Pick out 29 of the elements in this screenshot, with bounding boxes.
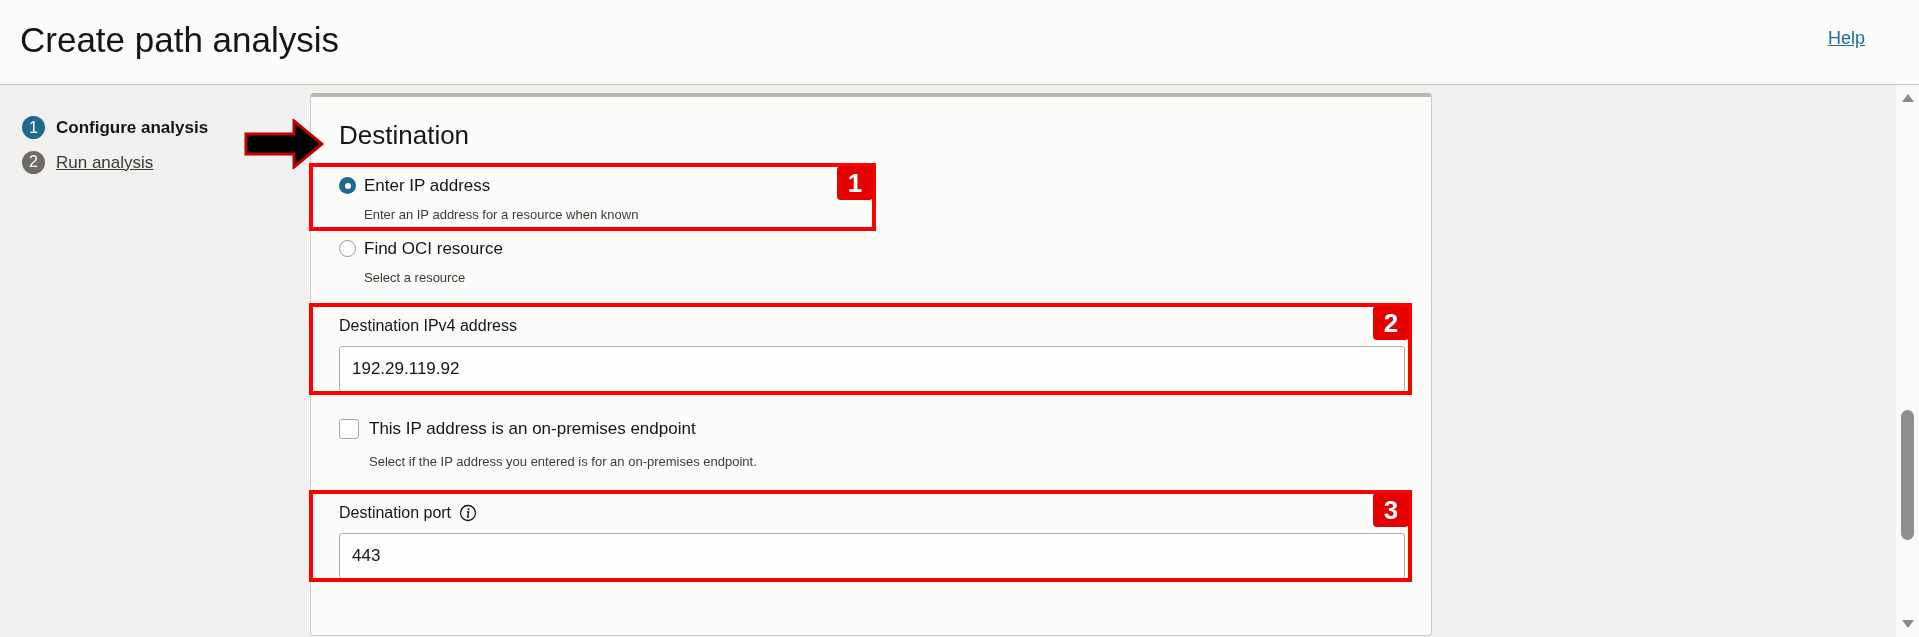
checkbox[interactable]: [339, 418, 359, 439]
annotation-number: 3: [1373, 493, 1409, 527]
step-number: 2: [22, 150, 45, 174]
step-link[interactable]: Run analysis: [56, 149, 154, 175]
page-title: Create path analysis: [20, 21, 340, 57]
annotation-number: 2: [1373, 306, 1409, 340]
scroll-down-icon[interactable]: [1900, 619, 1915, 629]
radio-description: Enter an IP address for a resource when known: [364, 205, 640, 224]
help-link[interactable]: Help: [1827, 24, 1865, 52]
radio-description: Select a resource: [364, 268, 467, 287]
scroll-up-icon[interactable]: [1900, 93, 1915, 103]
radio-button[interactable]: [339, 240, 356, 258]
field-label: Destination IPv4 address: [339, 316, 517, 336]
annotation-number: 1: [837, 166, 873, 200]
scrollbar[interactable]: [1896, 85, 1919, 637]
arrow-annotation-icon: [244, 119, 324, 169]
radio-label: Enter IP address: [364, 175, 491, 197]
port-input-field[interactable]: 443: [339, 533, 1405, 579]
radio-button[interactable]: [339, 177, 356, 195]
checkbox-label: This IP address is an on-premises endpoint: [369, 418, 696, 440]
field-label: Destination port: [339, 503, 452, 523]
section-title: Destination: [339, 119, 471, 151]
step-number: 1: [22, 116, 45, 140]
info-icon[interactable]: [459, 504, 478, 522]
ip-input-field[interactable]: 192.29.119.92: [339, 346, 1405, 392]
checkbox-description: Select if the IP address you entered is for an on-premises endpoint.: [369, 452, 758, 471]
radio-label: Find OCI resource: [364, 238, 503, 260]
step-link[interactable]: Configure analysis: [56, 115, 209, 141]
scrollbar-thumb[interactable]: [1901, 410, 1914, 540]
